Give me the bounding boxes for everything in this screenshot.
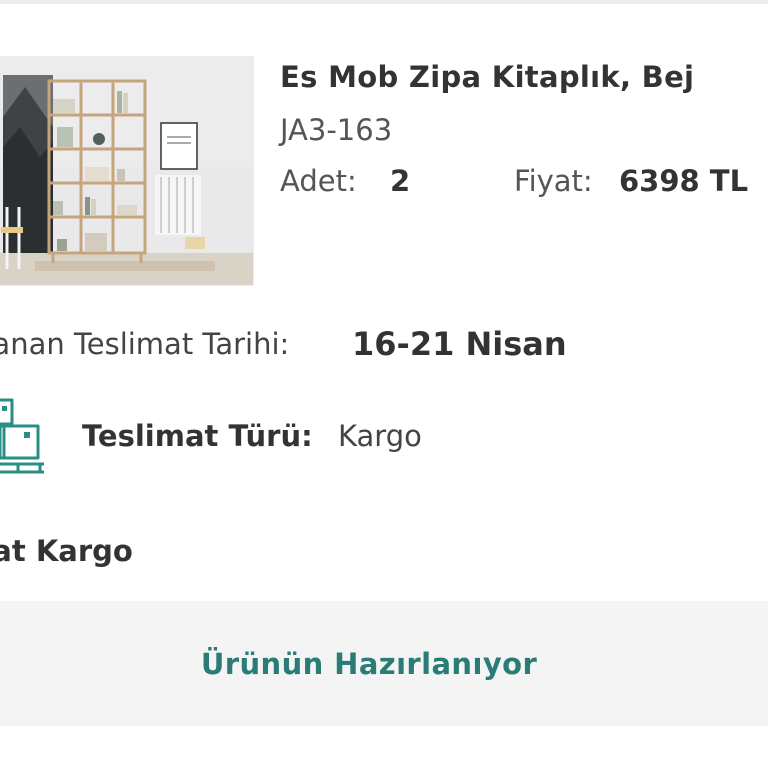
product-image[interactable] [0, 56, 254, 286]
product-title[interactable]: Es Mob Zipa Kitaplık, Bej [280, 60, 694, 94]
price-value: 6398 TL [619, 164, 749, 198]
carrier-name: rat Kargo [0, 534, 133, 568]
delivery-type-label: Teslimat Türü: [82, 419, 313, 453]
delivery-date-label: nlanan Teslimat Tarihi: [0, 327, 290, 361]
order-status-bar[interactable]: Ürünün Hazırlanıyor [0, 601, 768, 726]
quantity-value: 2 [390, 164, 411, 198]
price-label: Fiyat: [514, 164, 593, 198]
bookshelf-image-icon [0, 57, 253, 285]
quantity-label: Adet: [280, 164, 357, 198]
product-sku: JA3-163 [280, 113, 393, 147]
top-divider [0, 0, 768, 4]
delivery-type-value: Kargo [338, 419, 422, 453]
order-status-text: Ürünün Hazırlanıyor [200, 646, 538, 681]
boxes-on-pallet-icon [0, 396, 48, 478]
delivery-date-value: 16-21 Nisan [352, 325, 567, 363]
